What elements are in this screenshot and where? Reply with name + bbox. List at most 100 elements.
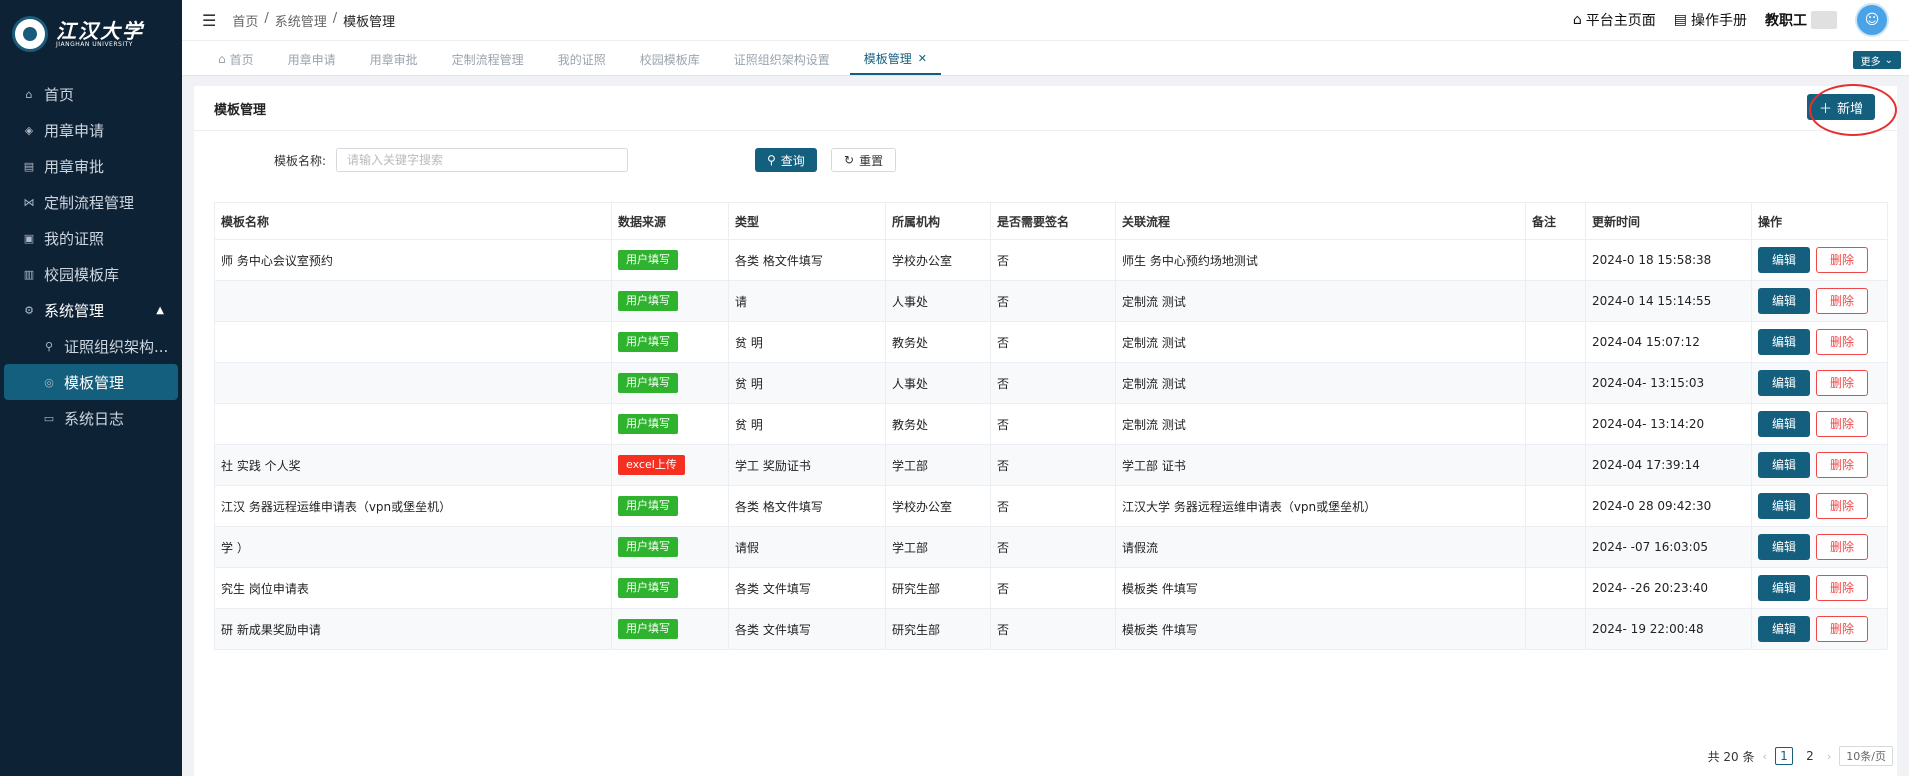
edit-button[interactable]: 编辑 — [1758, 534, 1810, 560]
tab-label: 用章申请 — [287, 52, 336, 67]
tab-my-certs[interactable]: 我的证照 — [544, 43, 620, 75]
delete-button[interactable]: 删除 — [1816, 534, 1868, 560]
menu-toggle-icon[interactable]: ☰ — [202, 11, 216, 30]
cell-template-name: 研 新成果奖励申请 — [214, 608, 612, 650]
delete-button[interactable]: 删除 — [1816, 370, 1868, 396]
source-tag: 用户填写 — [618, 332, 678, 352]
org-icon: ⚲ — [44, 339, 54, 353]
cell-source: 用户填写 — [611, 362, 729, 404]
delete-button[interactable]: 删除 — [1816, 288, 1868, 314]
cell-flow: 模板类 件填写 — [1115, 567, 1526, 609]
table-row: 用户填写 贫 明人事处否定制流 测试 2024-04- 13:15:03 编辑 删除 — [214, 362, 1888, 404]
cell-flow: 请假流 — [1115, 526, 1526, 568]
document-icon: ▤ — [23, 159, 35, 173]
next-page-icon[interactable]: › — [1827, 750, 1831, 763]
cell-actions: 编辑 删除 — [1751, 567, 1888, 609]
edit-button[interactable]: 编辑 — [1758, 493, 1810, 519]
manual-link[interactable]: ▤ 操作手册 — [1674, 10, 1747, 30]
page-2[interactable]: 2 — [1801, 747, 1819, 765]
edit-button[interactable]: 编辑 — [1758, 247, 1810, 273]
user-info[interactable]: 教职工 — [1765, 10, 1837, 30]
cell-type: 各类 文件填写 — [728, 567, 886, 609]
tab-label: 用章审批 — [369, 52, 418, 67]
sidebar-item-home[interactable]: ⌂ 首页 — [0, 76, 182, 112]
tab-seal-apply[interactable]: 用章申请 — [274, 43, 350, 75]
sidebar-item-label: 系统管理 — [44, 301, 105, 320]
cell-type: 各类 格文件填写 — [728, 239, 886, 281]
logo-subtitle: JIANGHAN UNIVERSITY — [56, 40, 133, 48]
search-input[interactable] — [336, 148, 628, 172]
cell-type: 各类 格文件填写 — [728, 485, 886, 527]
tab-seal-approve[interactable]: 用章审批 — [356, 43, 432, 75]
sidebar-item-system-log[interactable]: ▭ 系统日志 — [0, 400, 182, 436]
page-title: 模板管理 — [214, 102, 267, 118]
delete-button[interactable]: 删除 — [1816, 616, 1868, 642]
manual-label: 操作手册 — [1691, 13, 1747, 29]
cell-need-sign: 否 — [990, 239, 1116, 281]
platform-home-link[interactable]: ⌂ 平台主页面 — [1573, 10, 1656, 30]
pagination: 共 20 条 ‹ 1 2 › 10条/页 — [1708, 746, 1893, 766]
reset-button[interactable]: ↻ 重置 — [831, 148, 897, 172]
cell-need-sign: 否 — [990, 444, 1116, 486]
delete-button[interactable]: 删除 — [1816, 493, 1868, 519]
breadcrumb-current: 模板管理 — [343, 14, 396, 30]
delete-button[interactable]: 删除 — [1816, 575, 1868, 601]
highlight-circle — [1809, 84, 1897, 136]
source-tag: 用户填写 — [618, 291, 678, 311]
sidebar-item-org-structure[interactable]: ⚲ 证照组织架构... — [0, 328, 182, 364]
sidebar-item-template-manage[interactable]: ◎ 模板管理 — [4, 364, 178, 400]
sidebar-item-label: 模板管理 — [64, 373, 125, 392]
delete-button[interactable]: 删除 — [1816, 329, 1868, 355]
cell-need-sign: 否 — [990, 485, 1116, 527]
source-tag: 用户填写 — [618, 250, 678, 270]
edit-button[interactable]: 编辑 — [1758, 452, 1810, 478]
column-header: 是否需要签名 — [990, 202, 1116, 240]
table-row: 究生 岗位申请表 用户填写 各类 文件填写 研究生部否模板类 件填写 2024- -26… — [214, 567, 1888, 609]
sidebar-item-my-certs[interactable]: ▣ 我的证照 — [0, 220, 182, 256]
sidebar-item-system[interactable]: ⚙ 系统管理 ▲ — [0, 292, 182, 328]
cell-source: 用户填写 — [611, 485, 729, 527]
edit-button[interactable]: 编辑 — [1758, 411, 1810, 437]
tab-template-library[interactable]: 校园模板库 — [626, 43, 714, 75]
cell-flow: 定制流 测试 — [1115, 321, 1526, 363]
edit-button[interactable]: 编辑 — [1758, 616, 1810, 642]
source-tag: 用户填写 — [618, 619, 678, 639]
source-tag: 用户填写 — [618, 414, 678, 434]
prev-page-icon[interactable]: ‹ — [1762, 750, 1766, 763]
page-1[interactable]: 1 — [1774, 747, 1793, 765]
tab-label: 首页 — [229, 52, 254, 67]
query-button[interactable]: ⚲ 查询 — [755, 148, 817, 172]
cell-update-time: 2024- -07 16:03:05 — [1585, 526, 1752, 568]
more-tabs-button[interactable]: 更多 ⌄ — [1852, 51, 1901, 69]
sidebar-item-seal-approve[interactable]: ▤ 用章审批 — [0, 148, 182, 184]
delete-button[interactable]: 删除 — [1816, 452, 1868, 478]
page-size-select[interactable]: 10条/页 — [1839, 746, 1893, 766]
tab-label: 我的证照 — [557, 52, 606, 67]
user-name-mask — [1811, 11, 1837, 29]
edit-button[interactable]: 编辑 — [1758, 575, 1810, 601]
cell-org: 学校办公室 — [885, 239, 991, 281]
source-tag: excel上传 — [618, 455, 685, 475]
tab-home[interactable]: ⌂ 首页 — [204, 43, 268, 75]
breadcrumb-home[interactable]: 首页 — [232, 11, 258, 30]
sidebar-item-flow-manage[interactable]: ⋈ 定制流程管理 — [0, 184, 182, 220]
sidebar-item-seal-apply[interactable]: ◈ 用章申请 — [0, 112, 182, 148]
tab-template-manage[interactable]: 模板管理 ✕ — [849, 43, 941, 75]
edit-button[interactable]: 编辑 — [1758, 329, 1810, 355]
template-table: 模板名称 数据来源 类型 所属机构 是否需要签名 关联流程 备注 更新时间 操作 师 务中心会议… — [214, 202, 1888, 650]
edit-button[interactable]: 编辑 — [1758, 370, 1810, 396]
cell-remark — [1525, 526, 1586, 568]
breadcrumb-system[interactable]: 系统管理 — [275, 11, 327, 30]
avatar[interactable]: ☺ — [1855, 3, 1889, 37]
sidebar-item-template-library[interactable]: ▥ 校园模板库 — [0, 256, 182, 292]
edit-button[interactable]: 编辑 — [1758, 288, 1810, 314]
delete-button[interactable]: 删除 — [1816, 247, 1868, 273]
table-row: 用户填写 请人事处否定制流 测试 2024-0 14 15:14:55 编辑 删除 — [214, 280, 1888, 322]
cell-template-name — [214, 403, 612, 445]
tab-bar: ⌂ 首页 用章申请 用章审批 定制流程管理 我的证照 校园模板库 证照组织架构设置… — [182, 40, 1909, 76]
user-role: 教职工 — [1765, 13, 1807, 29]
close-icon[interactable]: ✕ — [918, 52, 927, 65]
delete-button[interactable]: 删除 — [1816, 411, 1868, 437]
tab-org-structure[interactable]: 证照组织架构设置 — [720, 43, 844, 75]
tab-flow-manage[interactable]: 定制流程管理 — [438, 43, 538, 75]
